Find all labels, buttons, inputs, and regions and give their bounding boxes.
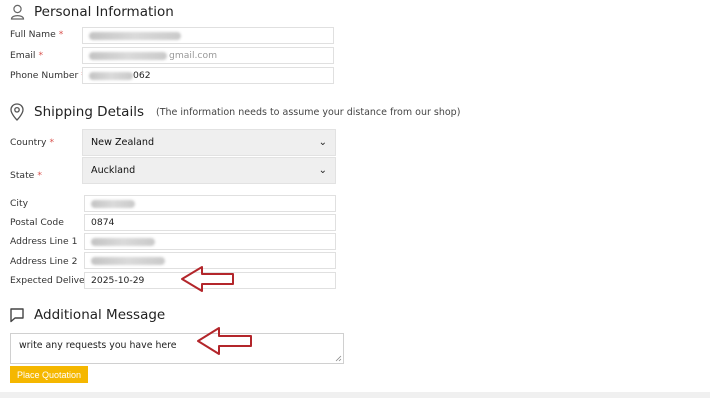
redacted-value (91, 237, 155, 246)
phone-label: Phone Number* (10, 70, 86, 81)
city-label: City (10, 198, 29, 209)
state-select[interactable]: Auckland ⌄ (82, 157, 336, 184)
annotation-arrow-message (197, 327, 252, 355)
postal-row: Postal Code (10, 217, 64, 228)
full-name-row: Full Name * (10, 29, 63, 40)
phone-input[interactable]: 062 (82, 67, 334, 84)
address1-input[interactable] (84, 233, 336, 250)
email-row: Email * (10, 50, 43, 61)
address2-label: Address Line 2 (10, 256, 78, 267)
country-select[interactable]: New Zealand ⌄ (82, 129, 336, 156)
message-placeholder: write any requests you have here (19, 340, 177, 351)
resize-handle-icon[interactable] (335, 355, 342, 362)
postal-label: Postal Code (10, 217, 64, 228)
country-value: New Zealand (91, 137, 155, 148)
map-pin-icon (8, 103, 26, 121)
state-row: State * (10, 170, 42, 181)
section-title-shipping: Shipping Details (34, 104, 144, 120)
city-input[interactable] (84, 195, 336, 212)
redacted-value (91, 199, 135, 208)
email-input[interactable]: gmail.com (82, 47, 334, 64)
redacted-value (89, 71, 133, 80)
chat-icon (8, 306, 26, 324)
postal-value: 0874 (91, 217, 115, 228)
footer-divider (0, 392, 710, 398)
personal-information-header: Personal Information (8, 3, 174, 21)
postal-input[interactable]: 0874 (84, 214, 336, 231)
state-value: Auckland (91, 165, 136, 176)
annotation-arrow-delivery (181, 266, 234, 292)
chevron-down-icon: ⌄ (318, 137, 327, 148)
phone-row: Phone Number* (10, 70, 86, 81)
state-label: State * (10, 170, 42, 181)
email-domain: gmail.com (169, 50, 218, 61)
address1-label: Address Line 1 (10, 236, 78, 247)
section-title-personal: Personal Information (34, 4, 174, 20)
redacted-value (89, 51, 167, 60)
shipping-note: (The information needs to assume your di… (155, 106, 461, 118)
address1-row: Address Line 1 (10, 236, 77, 247)
full-name-label: Full Name * (10, 29, 64, 40)
chevron-down-icon: ⌄ (318, 165, 327, 176)
shipping-details-header: Shipping Details (The information needs … (8, 103, 460, 121)
user-icon (8, 3, 26, 21)
redacted-value (89, 31, 181, 40)
redacted-value (91, 256, 165, 265)
additional-message-header: Additional Message (8, 306, 165, 324)
delivery-row: Expected Delivery (10, 275, 94, 286)
city-row: City (10, 198, 28, 209)
phone-suffix: 062 (133, 70, 151, 81)
country-row: Country * (10, 137, 54, 148)
place-quotation-button[interactable]: Place Quotation (10, 366, 88, 383)
delivery-value: 2025-10-29 (91, 275, 145, 286)
country-label: Country * (10, 137, 55, 148)
email-label: Email * (10, 50, 44, 61)
full-name-input[interactable] (82, 27, 334, 44)
address2-row: Address Line 2 (10, 256, 77, 267)
section-title-message: Additional Message (34, 307, 166, 323)
message-textarea[interactable]: write any requests you have here (10, 333, 344, 364)
delivery-label: Expected Delivery (10, 275, 94, 286)
